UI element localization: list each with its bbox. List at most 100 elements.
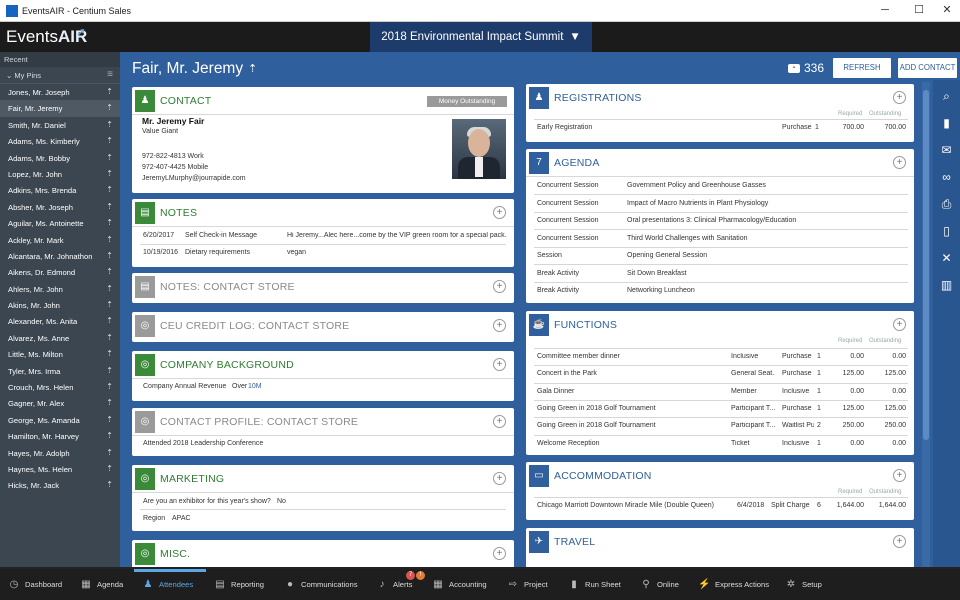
sidebar-item[interactable]: Ahlers, Mr. John ⇡ xyxy=(0,281,120,297)
nav-attendees[interactable]: ♟ Attendees xyxy=(142,569,194,600)
pin-icon[interactable]: ⇡ xyxy=(106,284,113,293)
function-name[interactable]: Concert in the Park xyxy=(537,370,597,377)
minimize-button[interactable]: ─ xyxy=(870,0,900,22)
sidebar-item[interactable]: Aikens, Dr. Edmond ⇡ xyxy=(0,264,120,280)
agenda-session[interactable]: Government Policy and Greenhouse Gasses xyxy=(627,182,766,189)
function-name[interactable]: Gala Dinner xyxy=(537,388,574,395)
pin-icon[interactable]: ⇡ xyxy=(106,136,113,145)
pin-icon[interactable]: ⇡ xyxy=(106,448,113,457)
add-button[interactable]: + xyxy=(493,472,506,485)
agenda-session[interactable]: Opening General Session xyxy=(627,252,707,259)
add-button[interactable]: + xyxy=(893,156,906,169)
sidebar-item[interactable]: Alvarez, Ms. Anne ⇡ xyxy=(0,330,120,346)
agenda-session[interactable]: Third World Challenges with Sanitation xyxy=(627,235,748,242)
link-icon[interactable]: ∞ xyxy=(937,167,957,187)
company-revenue-link[interactable]: 10M xyxy=(248,383,262,390)
contact-email[interactable]: JeremyLMurphy@jourrapide.com xyxy=(142,175,246,182)
function-name[interactable]: Going Green in 2018 Golf Tournament xyxy=(537,405,656,412)
nav-reporting[interactable]: ▤ Reporting xyxy=(214,569,264,600)
agenda-session[interactable]: Networking Luncheon xyxy=(627,287,695,294)
menu-icon[interactable]: ≡ xyxy=(107,69,113,80)
event-selector[interactable]: 2018 Environmental Impact Summit ▼ xyxy=(370,22,592,52)
sidebar-item[interactable]: Haynes, Ms. Helen ⇡ xyxy=(0,461,120,477)
nav-project[interactable]: ⇨ Project xyxy=(507,569,548,600)
pin-icon[interactable]: ⇡ xyxy=(106,185,113,194)
add-button[interactable]: + xyxy=(493,280,506,293)
contact-phone-work[interactable]: 972-822-4813 Work xyxy=(142,153,204,160)
add-button[interactable]: + xyxy=(893,535,906,548)
pin-icon[interactable]: ⇡ xyxy=(106,235,113,244)
sidebar-item[interactable]: Adams, Mr. Bobby ⇡ xyxy=(0,150,120,166)
add-button[interactable]: + xyxy=(893,469,906,482)
sidebar-item[interactable]: Ackley, Mr. Mark ⇡ xyxy=(0,232,120,248)
pin-icon[interactable]: ⇡ xyxy=(106,480,113,489)
sidebar-item[interactable]: Crouch, Mrs. Helen ⇡ xyxy=(0,379,120,395)
close-button[interactable]: ✕ xyxy=(932,0,960,22)
agenda-session[interactable]: Sit Down Breakfast xyxy=(627,270,687,277)
add-note-button[interactable]: + xyxy=(493,206,506,219)
nav-communications[interactable]: ● Communications xyxy=(284,569,358,600)
pin-icon[interactable]: ⇡ xyxy=(106,103,113,112)
sidebar-item[interactable]: Hamilton, Mr. Harvey ⇡ xyxy=(0,428,120,444)
pin-icon[interactable]: ⇡ xyxy=(106,431,113,440)
nav-run-sheet[interactable]: ▮ Run Sheet xyxy=(568,569,621,600)
add-button[interactable]: + xyxy=(493,358,506,371)
mail-icon[interactable]: ✉ xyxy=(937,140,957,160)
sidebar-item[interactable]: Hicks, Mr. Jack ⇡ xyxy=(0,477,120,493)
scrollbar-thumb[interactable] xyxy=(923,90,929,440)
add-button[interactable]: + xyxy=(493,547,506,560)
pin-icon[interactable]: ⇡ xyxy=(106,120,113,129)
function-name[interactable]: Committee member dinner xyxy=(537,353,620,360)
pin-icon[interactable]: ⇡ xyxy=(106,316,113,325)
sidebar-item[interactable]: Hayes, Mr. Adolph ⇡ xyxy=(0,445,120,461)
sidebar-item[interactable]: George, Ms. Amanda ⇡ xyxy=(0,412,120,428)
scrollbar[interactable] xyxy=(922,82,930,567)
sidebar-item[interactable]: Aguilar, Ms. Antoinette ⇡ xyxy=(0,215,120,231)
pin-icon[interactable]: ⇡ xyxy=(248,62,257,75)
pin-icon[interactable]: ⇡ xyxy=(106,464,113,473)
nav-online[interactable]: ⚲ Online xyxy=(640,569,679,600)
sidebar-pins-header[interactable]: ⌄ My Pins ≡ xyxy=(0,67,120,84)
sidebar-item[interactable]: Jones, Mr. Joseph ⇡ xyxy=(0,84,120,100)
pin-icon[interactable]: ⇡ xyxy=(106,251,113,260)
add-button[interactable]: + xyxy=(493,415,506,428)
contact-phone-mobile[interactable]: 972-407-4425 Mobile xyxy=(142,164,208,171)
pin-icon[interactable]: ⇡ xyxy=(106,169,113,178)
add-button[interactable]: + xyxy=(893,91,906,104)
tools-icon[interactable]: ✕ xyxy=(937,248,957,268)
pin-icon[interactable]: ⇡ xyxy=(106,333,113,342)
document-search-icon[interactable]: ▯ xyxy=(937,221,957,241)
sidebar-item[interactable]: Adams, Ms. Kimberly ⇡ xyxy=(0,133,120,149)
agenda-session[interactable]: Oral presentations 3: Clinical Pharmacol… xyxy=(627,217,796,224)
nav-agenda[interactable]: ▦ Agenda xyxy=(80,569,123,600)
sidebar-item[interactable]: Lopez, Mr. John ⇡ xyxy=(0,166,120,182)
search-icon[interactable]: ⌕ xyxy=(937,86,957,106)
pin-icon[interactable]: ⇡ xyxy=(106,202,113,211)
badge-icon[interactable]: ▮ xyxy=(937,113,957,133)
pin-icon[interactable]: ⇡ xyxy=(106,267,113,276)
add-button[interactable]: + xyxy=(493,319,506,332)
nav-dashboard[interactable]: ◷ Dashboard xyxy=(8,569,63,600)
sidebar-item[interactable]: Absher, Mr. Joseph ⇡ xyxy=(0,199,120,215)
pin-icon[interactable]: ⇡ xyxy=(106,398,113,407)
sidebar-item[interactable]: Smith, Mr. Daniel ⇡ xyxy=(0,117,120,133)
pin-icon[interactable]: ⇡ xyxy=(106,349,113,358)
travel-card[interactable]: ✈ TRAVEL + xyxy=(526,528,914,568)
accommodation-name[interactable]: Chicago Marriott Downtown Miracle Mile (… xyxy=(537,502,714,509)
pin-icon[interactable]: ⇡ xyxy=(106,218,113,227)
maximize-button[interactable]: ☐ xyxy=(904,0,934,22)
trash-icon[interactable]: ▥ xyxy=(937,275,957,295)
sidebar-item[interactable]: Tyler, Mrs. Irma ⇡ xyxy=(0,363,120,379)
add-contact-button[interactable]: ADD CONTACT xyxy=(898,58,957,78)
ceu-card[interactable]: ◎ CEU CREDIT LOG: CONTACT STORE + xyxy=(132,312,514,342)
nav-express-actions[interactable]: ⚡ Express Actions xyxy=(698,569,769,600)
sidebar-item[interactable]: Fair, Mr. Jeremy ⇡ xyxy=(0,100,120,117)
function-name[interactable]: Welcome Reception xyxy=(537,440,600,447)
sidebar-item[interactable]: Alcantara, Mr. Johnathon ⇡ xyxy=(0,248,120,264)
sidebar-item[interactable]: Adkins, Mrs. Brenda ⇡ xyxy=(0,182,120,198)
sidebar-item[interactable]: Gagner, Mr. Alex ⇡ xyxy=(0,395,120,411)
add-button[interactable]: + xyxy=(893,318,906,331)
nav-accounting[interactable]: ▦ Accounting xyxy=(432,569,486,600)
refresh-button[interactable]: REFRESH xyxy=(833,58,891,78)
sidebar-item[interactable]: Akins, Mr. John ⇡ xyxy=(0,297,120,313)
